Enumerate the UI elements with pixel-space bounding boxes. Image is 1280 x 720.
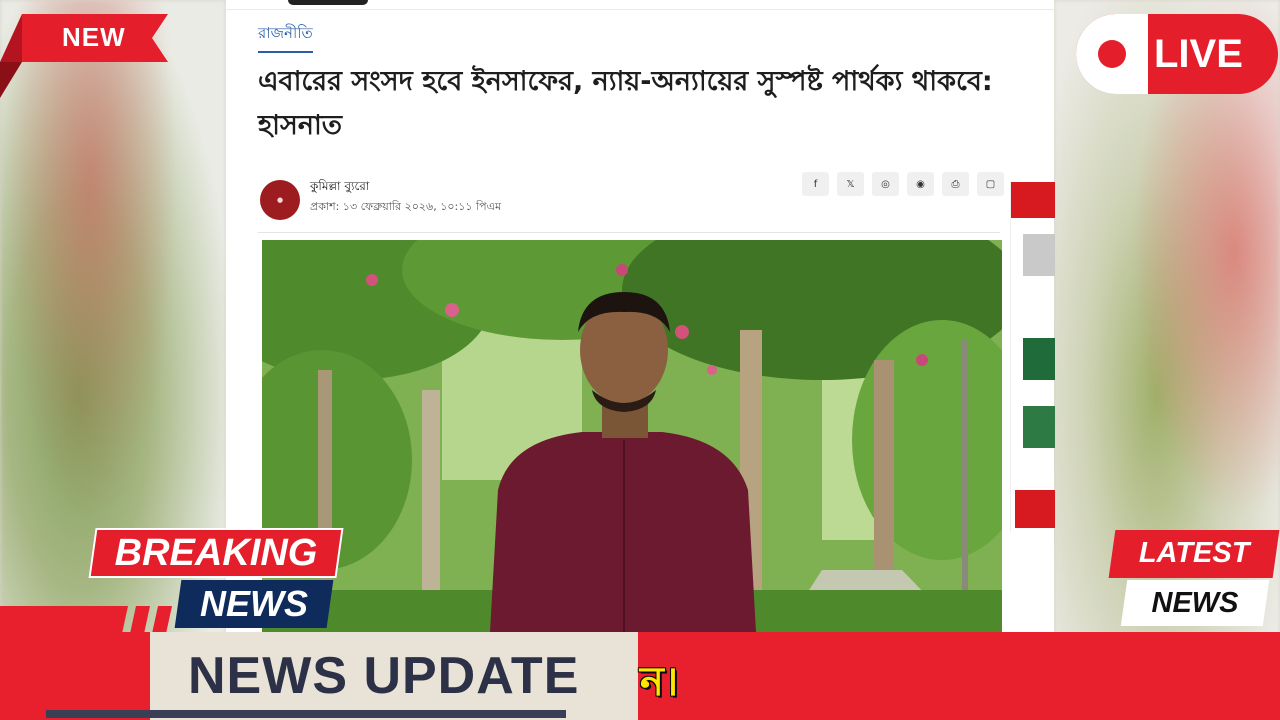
breaking-news-box: NEWS [174,580,334,628]
sidebar-header [1011,182,1055,218]
sidebar-thumbnail[interactable] [1023,406,1055,448]
facebook-icon: f [813,178,818,190]
divider [258,232,1000,233]
article-category[interactable]: রাজনীতি [258,22,313,53]
x-icon: 𝕏 [846,178,855,190]
article-headline: এবারের সংসদ হবে ইনসাফের, ন্যায়-অন্যায়ে… [258,66,993,141]
new-label: NEW [62,22,126,52]
ticker-text: ন। [640,659,679,705]
print-icon: ⎙ [951,178,960,190]
latest-label: LATEST [1138,537,1250,569]
breaking-news-label: NEWS [200,583,308,624]
sidebar-footer [1015,490,1055,528]
breaking-label-box: BREAKING [88,528,344,578]
new-badge: NEW [0,14,168,98]
whatsapp-share-button[interactable]: ◎ [872,172,899,196]
x-share-button[interactable]: 𝕏 [837,172,864,196]
live-dot-container [1076,14,1148,94]
latest-news-box: NEWS [1120,580,1270,626]
publish-time: প্রকাশ: ১৩ ফেব্রুয়ারি ২০২৬, ১০:১১ পিএম [310,200,502,213]
latest-news-label: NEWS [1151,587,1239,619]
record-dot-icon [1098,40,1126,68]
copy-link-button[interactable]: ▢ [977,172,1004,196]
masthead [226,0,1054,10]
latest-label-box: LATEST [1108,530,1280,578]
messenger-share-button[interactable]: ◉ [907,172,934,196]
copy-icon: ▢ [985,178,996,190]
live-badge: LIVE [1076,14,1278,94]
author-name[interactable]: কুমিল্লা ব্যুরো [310,178,369,198]
live-label: LIVE [1154,32,1243,76]
facebook-share-button[interactable]: f [802,172,829,196]
related-sidebar [1010,182,1055,532]
sidebar-thumbnail[interactable] [1023,234,1055,276]
news-update-label: NEWS UPDATE [188,647,580,705]
messenger-icon: ◉ [916,178,925,190]
photo-illustration [262,240,1002,632]
article-photo [262,240,1002,632]
share-buttons: f 𝕏 ◎ ◉ ⎙ ▢ [802,172,1004,196]
breaking-label: BREAKING [114,532,318,574]
article-panel: রাজনীতি এবারের সংসদ হবে ইনসাফের, ন্যায়-… [226,0,1055,632]
author-avatar: ● [260,180,300,220]
masthead-logo [288,0,368,5]
print-button[interactable]: ⎙ [942,172,969,196]
news-update-underline [46,710,566,718]
sidebar-thumbnail[interactable] [1023,338,1055,380]
whatsapp-icon: ◎ [881,178,890,190]
